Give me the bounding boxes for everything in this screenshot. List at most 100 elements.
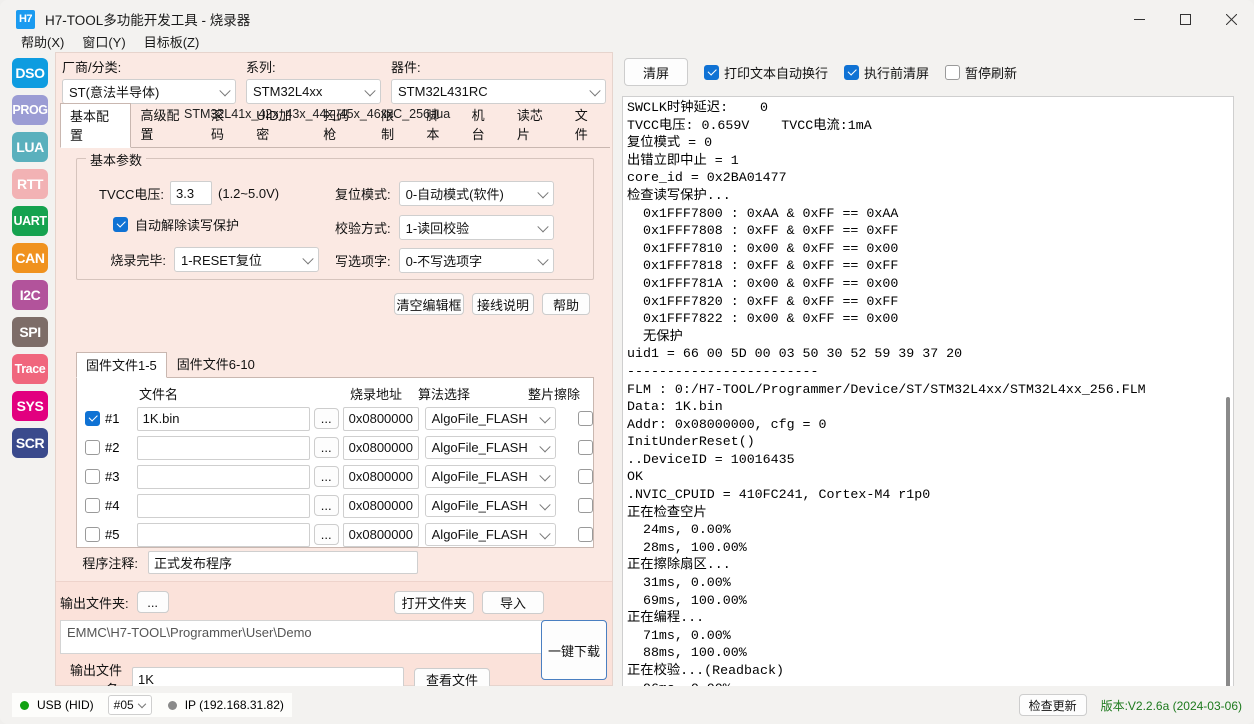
address-input-5[interactable] [342,522,419,547]
chevron-down-icon [539,440,551,452]
chip-erase-checkbox-2[interactable] [578,440,593,455]
check-update-button[interactable]: 检查更新 [1018,694,1087,716]
chip-erase-checkbox-1[interactable] [578,411,593,426]
log-output[interactable]: SWCLK时钟延迟: 0 TVCC电压: 0.659V TVCC电流:1mA 复… [622,96,1234,720]
address-input-1[interactable] [342,406,419,431]
clear-before-run-checkbox[interactable] [844,64,860,80]
output-folder-browse-button[interactable]: ... [136,591,169,613]
algorithm-select-2[interactable]: AlgoFile_FLASH [424,436,556,459]
rail-item-trace[interactable]: Trace [12,354,48,384]
device-index-value: #05 [113,698,134,712]
reset-mode-select[interactable]: 0-自动模式(软件) [398,181,554,206]
device-selector-row: 厂商/分类: ST(意法半导体) 系列: STM32L4xx 器件: STM32… [62,57,608,104]
tab-script[interactable]: 脚本 [416,102,461,147]
chip-erase-checkbox-4[interactable] [578,498,593,513]
left-icon-rail: DSO PROG LUA RTT UART CAN I2C SPI Trace … [7,52,53,686]
address-input-2[interactable] [342,435,419,460]
rail-item-uart[interactable]: UART [12,206,48,236]
algorithm-select-5[interactable]: AlgoFile_FLASH [424,523,556,546]
browse-button-1[interactable]: ... [313,408,339,429]
browse-button-4[interactable]: ... [313,495,339,516]
option-byte-select[interactable]: 0-不写选项字 [398,248,554,273]
device-index-select[interactable]: #05 [107,695,152,715]
chevron-down-icon [364,84,376,96]
tab-rolling-code[interactable]: 滚码 [201,102,246,147]
burn-done-value: 1-RESET复位 [181,253,262,268]
browse-button-3[interactable]: ... [313,466,339,487]
rail-item-scr[interactable]: SCR [12,428,48,458]
verify-select[interactable]: 1-读回校验 [398,215,554,240]
filename-input-1[interactable] [136,406,310,431]
tab-barcode-scanner[interactable]: 扫码枪 [313,102,371,147]
chip-erase-checkbox-3[interactable] [578,469,593,484]
chip-select[interactable]: STM32L431RC [391,79,606,104]
tab-advanced-config[interactable]: 高级配置 [131,102,202,147]
log-line: 无保护 [627,328,683,344]
filename-input-2[interactable] [136,435,310,460]
burn-done-select[interactable]: 1-RESET复位 [174,247,319,272]
algorithm-select-3[interactable]: AlgoFile_FLASH [424,465,556,488]
log-line: 0x1FFF7808 : 0xFF & 0xFF == 0xFF [627,223,899,239]
help-button[interactable]: 帮助 [542,293,590,315]
algorithm-select-1[interactable]: AlgoFile_FLASH [424,407,556,430]
open-folder-button[interactable]: 打开文件夹 [394,591,474,614]
series-select[interactable]: STM32L4xx [246,79,381,104]
config-tabs: 基本配置 高级配置 滚码 UID加密 扫码枪 限制 脚本 机台 读芯片 文件 [60,103,610,148]
reset-mode-label: 复位模式: [335,187,391,202]
tvcc-hint: (1.2~5.0V) [218,185,280,201]
menu-item-help[interactable]: 帮助(X) [12,30,73,53]
browse-button-5[interactable]: ... [313,524,339,545]
rail-item-spi[interactable]: SPI [12,317,48,347]
rail-item-prog[interactable]: PROG [12,95,48,125]
tab-limit[interactable]: 限制 [371,102,416,147]
series-group: 系列: STM32L4xx [246,57,381,104]
tab-firmware-1-5[interactable]: 固件文件1-5 [76,352,167,378]
rail-item-rtt[interactable]: RTT [12,169,48,199]
pause-refresh-checkbox[interactable] [945,64,961,80]
row-enable-checkbox-5[interactable] [85,527,100,542]
auto-unlock-checkbox[interactable] [113,217,128,232]
one-key-download-button[interactable]: 一键下载 [541,620,607,680]
browse-button-2[interactable]: ... [313,437,339,458]
option-byte-value: 0-不写选项字 [405,254,483,269]
filename-input-3[interactable] [136,464,310,489]
menu-item-target-board[interactable]: 目标板(Z) [135,30,209,53]
rail-item-lua[interactable]: LUA [12,132,48,162]
burn-done-label: 烧录完毕: [110,253,166,268]
clear-editor-button[interactable]: 清空编辑框 [394,293,464,315]
row-index-5: #5 [105,527,120,542]
filename-input-4[interactable] [136,493,310,518]
row-enable-checkbox-3[interactable] [85,469,100,484]
address-input-4[interactable] [342,493,419,518]
import-button[interactable]: 导入 [482,591,544,614]
comment-input[interactable] [148,551,418,574]
algorithm-select-4[interactable]: AlgoFile_FLASH [424,494,556,517]
wiring-help-button[interactable]: 接线说明 [472,293,534,315]
menu-item-window[interactable]: 窗口(Y) [73,30,134,53]
rail-item-i2c[interactable]: I2C [12,280,48,310]
vendor-select[interactable]: ST(意法半导体) [62,79,236,104]
filename-input-5[interactable] [136,522,310,547]
row-enable-checkbox-1[interactable] [85,411,100,426]
chip-erase-checkbox-5[interactable] [578,527,593,542]
menu-bar: 帮助(X) 窗口(Y) 目标板(Z) [0,30,1254,52]
chip-value: STM32L431RC [398,84,488,99]
table-row: #4 ... AlgoFile_FLASH [77,492,593,519]
rail-item-sys[interactable]: SYS [12,391,48,421]
tab-read-chip[interactable]: 读芯片 [507,102,565,147]
row-enable-checkbox-2[interactable] [85,440,100,455]
rail-item-dso[interactable]: DSO [12,58,48,88]
tab-basic-config[interactable]: 基本配置 [60,103,131,148]
tab-machine[interactable]: 机台 [462,102,507,147]
tab-uid-encrypt[interactable]: UID加密 [246,102,313,147]
address-input-3[interactable] [342,464,419,489]
tab-firmware-6-10[interactable]: 固件文件6-10 [167,351,265,377]
series-label: 系列: [246,60,276,75]
auto-wrap-checkbox[interactable] [704,64,719,80]
tab-file[interactable]: 文件 [565,102,610,147]
row-enable-checkbox-4[interactable] [85,498,100,513]
rail-item-can[interactable]: CAN [12,243,48,273]
clear-screen-button[interactable]: 清屏 [624,58,688,86]
tvcc-input[interactable] [170,181,213,205]
log-vertical-scrollbar[interactable] [1226,397,1230,710]
